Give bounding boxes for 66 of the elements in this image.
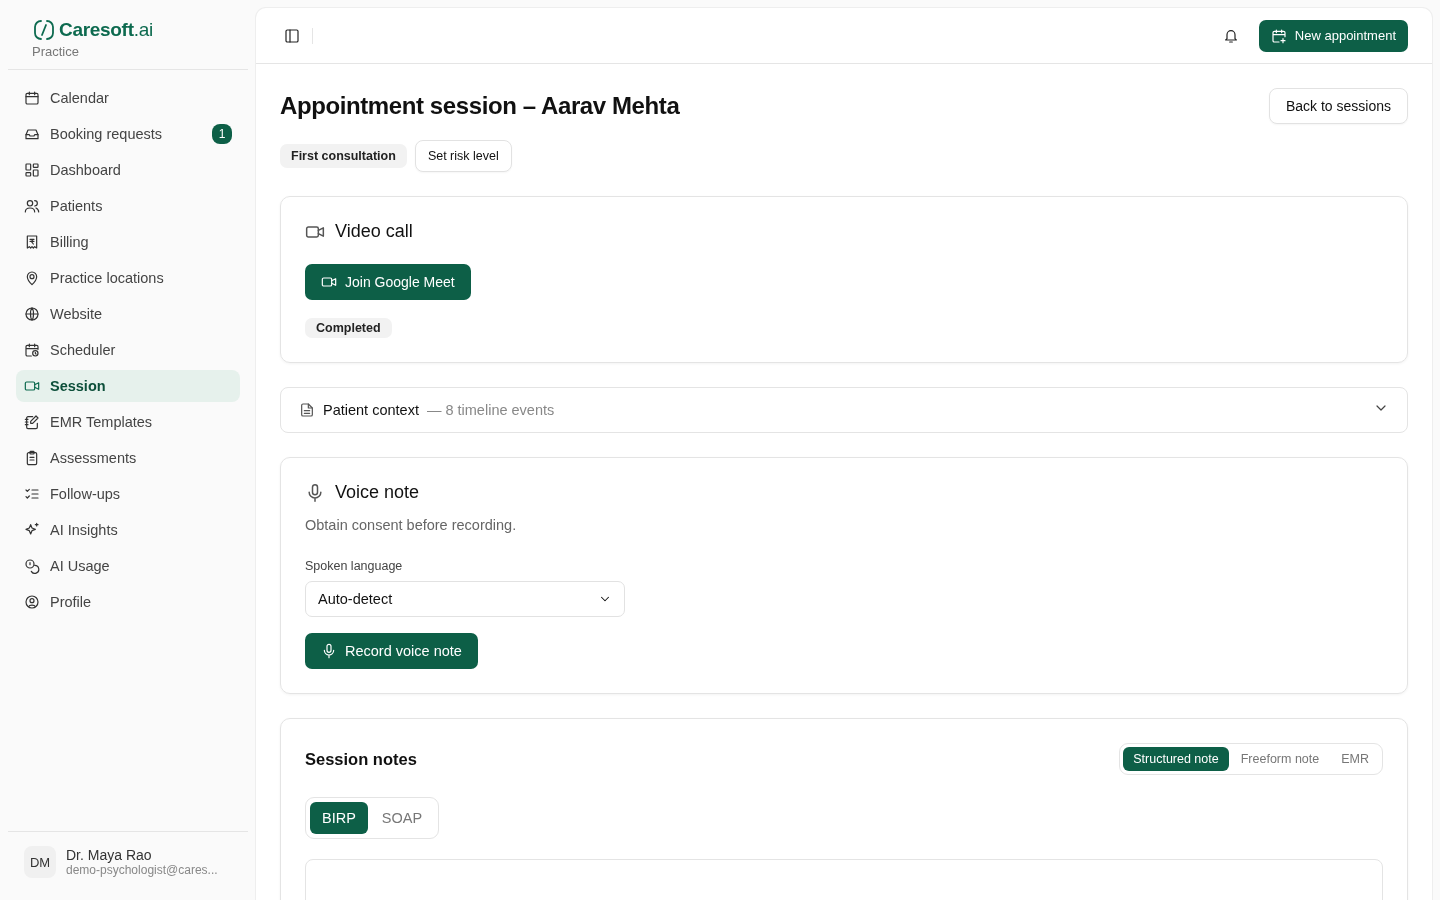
users-icon [24,198,40,214]
user-name: Dr. Maya Rao [66,847,153,863]
sidebar-item[interactable]: Assessments [16,442,240,474]
sidebar-item[interactable]: Booking requests 1 [16,118,240,150]
page-title: Appointment session – Aarav Mehta [280,92,680,120]
inbox-icon [24,126,40,142]
sidebar-item[interactable]: AI Insights [16,514,240,546]
clipboard-list-icon [24,450,40,466]
sidebar-item[interactable]: Session [16,370,240,402]
user-avatar: DM [24,846,56,878]
segment-tab[interactable]: EMR [1331,747,1379,771]
count-badge: 1 [212,124,232,144]
logo-icon [32,18,56,42]
sidebar-panel-icon [284,27,300,44]
consent-hint: Obtain consent before recording. [305,517,517,533]
language-select[interactable]: Auto-detect [305,581,625,617]
patient-context-panel[interactable]: Patient context — 8 timeline events [280,387,1408,433]
appointment-type-tag: First consultation [280,144,407,168]
sidebar-item[interactable]: Website [16,298,240,330]
status-tag: Completed [305,318,392,338]
back-button[interactable]: Back to sessions [1268,88,1408,124]
card-title: Video call [335,221,413,242]
brand-subtitle: Practice [32,44,80,59]
sidebar-item[interactable]: Calendar [16,82,240,114]
sparkles-icon [24,522,40,538]
notebook-pen-icon [24,414,40,430]
video-icon [321,274,337,290]
dashboard-icon [24,162,40,178]
sidebar-item[interactable]: Scheduler [16,334,240,366]
microphone-icon [305,482,325,503]
segment-tab[interactable]: SOAP [369,802,435,834]
user-circle-icon [24,594,40,610]
globe-icon [24,306,40,322]
document-icon [299,402,315,418]
panel-detail: — 8 timeline events [426,402,555,418]
segment-tab[interactable]: BIRP [310,802,368,834]
record-button[interactable]: Record voice note [305,633,478,669]
user-email: demo-psychologist@cares... [66,863,218,877]
sidebar-item[interactable]: Practice locations [16,262,240,294]
sidebar-item[interactable]: EMR Templates [16,406,240,438]
sidebar-item[interactable]: Profile [16,586,240,618]
card-title: Voice note [335,482,420,503]
map-pin-icon [24,270,40,286]
calendar-icon [24,90,40,106]
sidebar-item[interactable]: Billing [16,226,240,258]
list-checks-icon [24,486,40,502]
panel-title: Patient context [323,402,419,418]
bell-icon [1222,27,1239,44]
video-icon [24,378,40,394]
card-title: Session notes [305,749,417,769]
sidebar-item[interactable]: Patients [16,190,240,222]
segment-tab[interactable]: Structured note [1123,747,1229,771]
field-label: Spoken language [305,559,403,573]
sidebar-item[interactable]: Follow-ups [16,478,240,510]
brand-logo: Caresoft.ai [59,19,153,41]
receipt-icon [24,234,40,250]
segment-tab[interactable]: Freeform note [1230,747,1330,771]
calendar-plus-icon [1270,27,1287,44]
sidebar-item[interactable]: AI Usage [16,550,240,582]
coins-icon [24,558,40,574]
join-meet-button[interactable]: Join Google Meet [305,264,471,300]
calendar-clock-icon [24,342,40,358]
risk-level-button[interactable]: Set risk level [414,140,512,172]
sidebar-item[interactable]: Dashboard [16,154,240,186]
microphone-icon [321,643,337,659]
new-appointment-button[interactable]: New appointment [1258,19,1408,52]
